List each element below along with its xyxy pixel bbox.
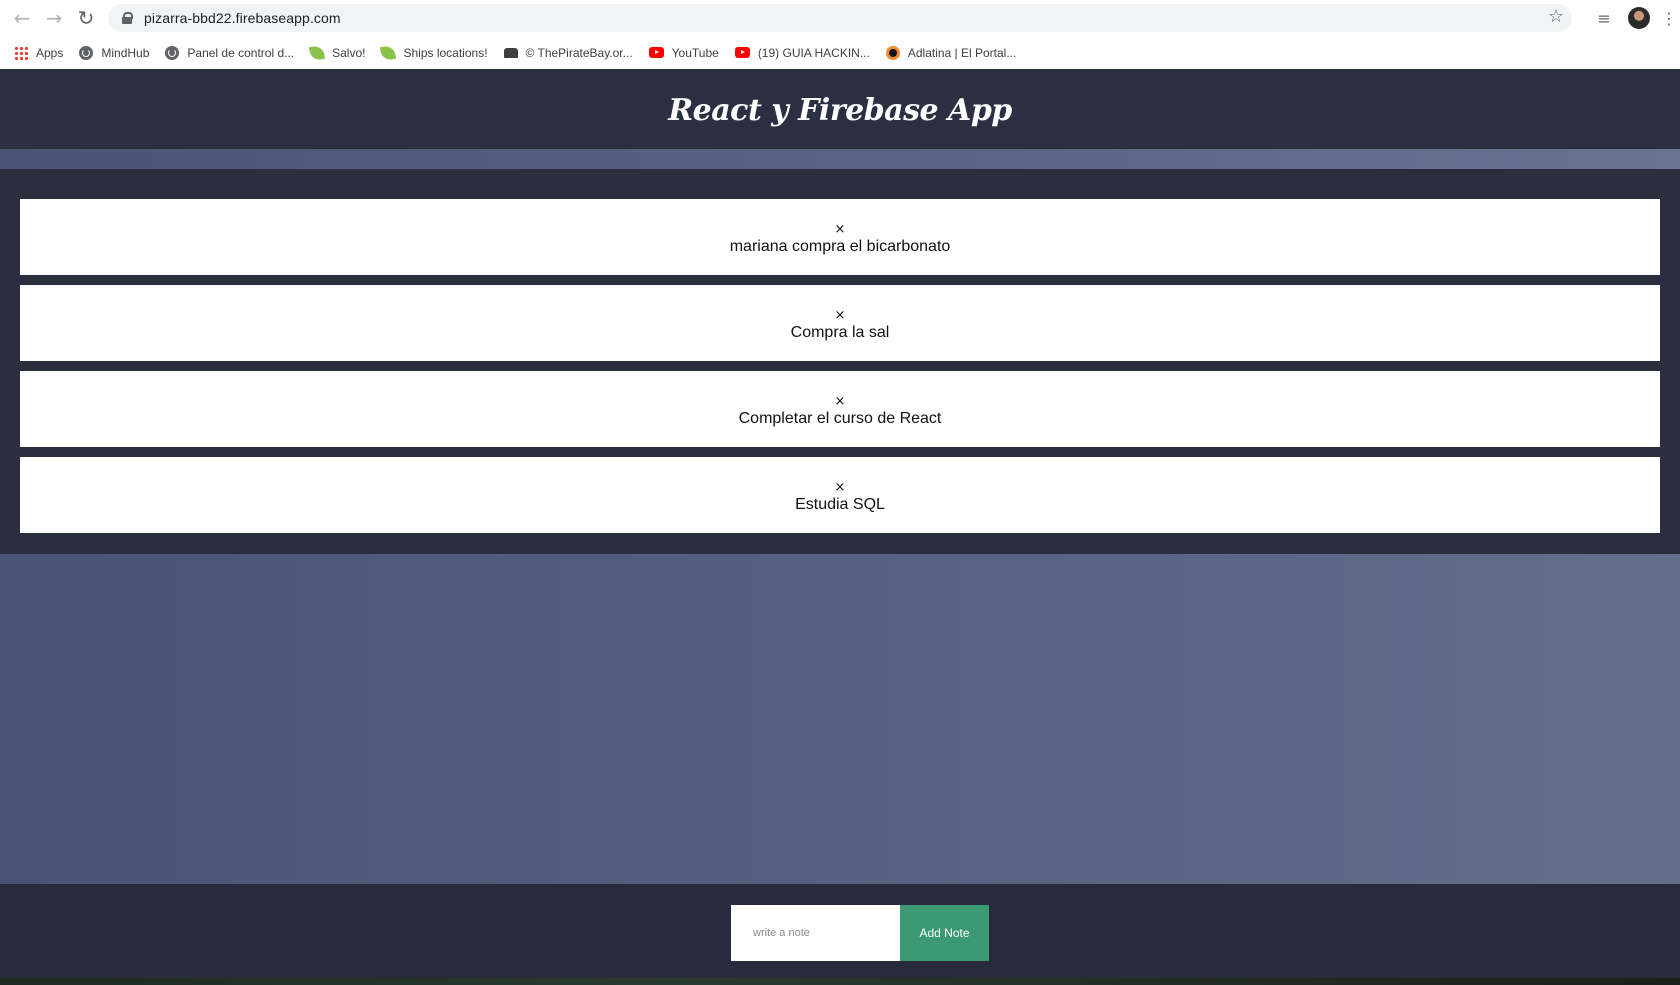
forward-arrow-icon[interactable]: →	[38, 2, 70, 34]
bookmark-label: Panel de control d...	[187, 45, 295, 60]
leaf-icon	[309, 44, 326, 61]
bookmark-adlatina[interactable]: Adlatina | El Portal...	[885, 45, 1017, 60]
more-menu-icon[interactable]: ⋮	[1658, 9, 1680, 28]
media-control-icon[interactable]: ≡	[1588, 9, 1620, 28]
bookmark-label: Salvo!	[332, 45, 366, 60]
bookmark-apps[interactable]: Apps	[14, 45, 64, 60]
bookmark-label: YouTube	[671, 45, 719, 60]
bookmark-mindhub[interactable]: MindHub	[79, 45, 150, 60]
bookmark-salvo[interactable]: Salvo!	[309, 44, 366, 61]
leaf-icon	[380, 44, 397, 61]
browser-toolbar: ← → ↻ pizarra-bbd22.firebaseapp.com ☆ ≡ …	[0, 0, 1680, 36]
bookmark-label: Apps	[36, 45, 64, 60]
note-text: Estudia SQL	[795, 495, 885, 513]
bookmark-label: (19) GUIA HACKIN...	[757, 45, 870, 60]
address-bar[interactable]: pizarra-bbd22.firebaseapp.com ☆	[108, 4, 1572, 32]
bookmarks-bar: Apps MindHub Panel de control d... Salvo…	[0, 36, 1680, 70]
globe-icon	[79, 45, 94, 60]
profile-avatar[interactable]	[1628, 7, 1650, 29]
note-input[interactable]	[731, 905, 900, 961]
bookmark-ships-locations[interactable]: Ships locations!	[380, 44, 488, 61]
apps-grid-icon	[14, 45, 28, 60]
bookmark-guia-hacking[interactable]: (19) GUIA HACKIN...	[734, 45, 870, 60]
delete-note-button[interactable]: ×	[835, 308, 846, 323]
youtube-icon	[734, 47, 750, 58]
bookmark-label: MindHub	[101, 45, 150, 60]
bookmark-panel-de-control[interactable]: Panel de control d...	[165, 45, 295, 60]
globe-icon	[165, 45, 180, 60]
lock-icon[interactable]	[122, 12, 133, 24]
reload-icon[interactable]: ↻	[70, 2, 102, 34]
add-note-button[interactable]: Add Note	[900, 905, 989, 961]
delete-note-button[interactable]: ×	[835, 480, 846, 495]
bottom-strip	[0, 978, 1680, 985]
note-card: × Estudia SQL	[20, 457, 1660, 533]
note-card: × Compra la sal	[20, 285, 1660, 361]
note-card: × mariana compra el bicarbonato	[20, 199, 1660, 275]
note-text: Completar el curso de React	[738, 409, 942, 427]
youtube-icon	[648, 47, 664, 58]
bookmark-thepiratebay[interactable]: © ThePirateBay.or...	[503, 45, 633, 60]
note-card: × Completar el curso de React	[20, 371, 1660, 447]
bookmark-youtube[interactable]: YouTube	[648, 45, 719, 60]
app-header: React y Firebase App	[0, 69, 1680, 149]
header-band	[0, 149, 1680, 169]
bookmark-star-icon[interactable]: ☆	[1548, 6, 1564, 27]
back-arrow-icon[interactable]: ←	[6, 2, 38, 34]
notes-panel: × mariana compra el bicarbonato × Compra…	[0, 169, 1680, 554]
app-title: React y Firebase App	[668, 92, 1012, 128]
delete-note-button[interactable]: ×	[835, 222, 846, 237]
note-text: Compra la sal	[790, 323, 890, 341]
bookmark-label: © ThePirateBay.or...	[525, 45, 633, 60]
bookmark-label: Adlatina | El Portal...	[907, 45, 1017, 60]
background-area	[0, 554, 1680, 884]
couch-icon	[503, 47, 518, 58]
bookmark-label: Ships locations!	[403, 45, 488, 60]
ring-icon	[885, 45, 900, 60]
url-text[interactable]: pizarra-bbd22.firebaseapp.com	[144, 10, 341, 26]
delete-note-button[interactable]: ×	[835, 394, 846, 409]
note-text: mariana compra el bicarbonato	[729, 237, 951, 255]
